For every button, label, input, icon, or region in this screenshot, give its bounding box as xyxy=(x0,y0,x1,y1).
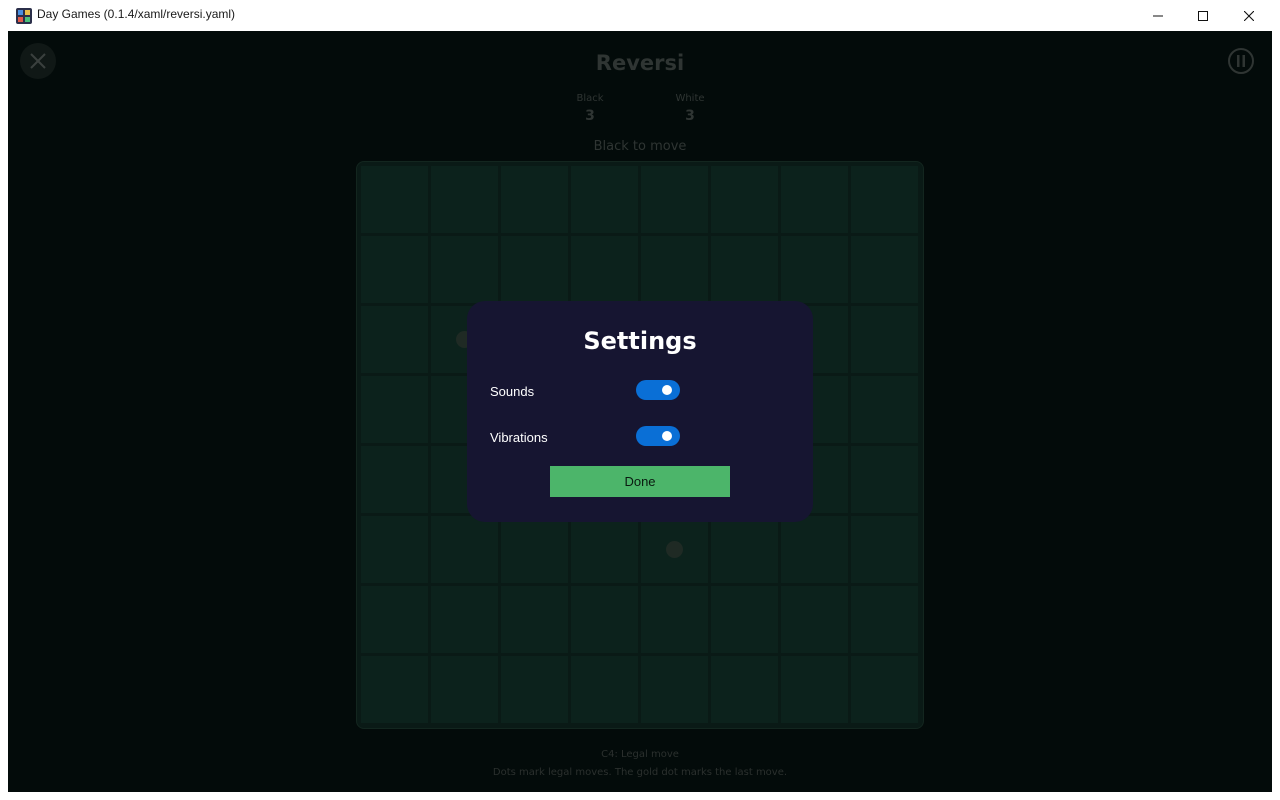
board-cell[interactable] xyxy=(711,516,778,583)
board-cell[interactable] xyxy=(851,376,918,443)
black-score-value: 3 xyxy=(585,108,595,124)
board-cell[interactable] xyxy=(571,166,638,233)
board-cell[interactable] xyxy=(641,236,708,303)
board-cell[interactable] xyxy=(781,656,848,723)
board-cell[interactable] xyxy=(501,166,568,233)
board-cell[interactable] xyxy=(431,166,498,233)
board-cell[interactable] xyxy=(711,166,778,233)
board-cell[interactable] xyxy=(361,446,428,513)
board-cell[interactable] xyxy=(641,586,708,653)
board-cell[interactable] xyxy=(501,236,568,303)
board-cell[interactable] xyxy=(851,236,918,303)
board-cell[interactable] xyxy=(781,586,848,653)
hint-text: Dots mark legal moves. The gold dot mark… xyxy=(492,767,788,778)
game-title: Reversi xyxy=(595,51,685,75)
board-cell[interactable] xyxy=(431,516,498,583)
vibrations-label: Vibrations xyxy=(490,430,548,445)
maximize-icon xyxy=(1198,10,1208,21)
done-button[interactable]: Done xyxy=(550,466,730,497)
board-cell[interactable] xyxy=(711,236,778,303)
black-score-label: Black xyxy=(576,93,604,104)
window-frame-bottom xyxy=(0,792,1280,800)
board-cell[interactable] xyxy=(781,166,848,233)
board-cell[interactable] xyxy=(641,656,708,723)
toggle-knob xyxy=(662,431,672,441)
window-close-button[interactable] xyxy=(1226,0,1272,31)
board-cell[interactable] xyxy=(851,306,918,373)
black-score: Black 3 xyxy=(550,93,630,124)
board-cell[interactable] xyxy=(711,656,778,723)
board-cell[interactable] xyxy=(851,446,918,513)
board-cell[interactable] xyxy=(571,656,638,723)
board-cell[interactable] xyxy=(851,516,918,583)
board-cell[interactable] xyxy=(781,236,848,303)
window-frame-left xyxy=(0,31,8,792)
board-cell[interactable] xyxy=(501,516,568,583)
legal-move-dot[interactable] xyxy=(666,541,683,558)
white-score-label: White xyxy=(675,93,705,104)
white-score: White 3 xyxy=(650,93,730,124)
board-cell[interactable] xyxy=(711,586,778,653)
board-cell[interactable] xyxy=(361,516,428,583)
window-title: Day Games (0.1.4/xaml/reversi.yaml) xyxy=(37,7,236,21)
board-cell[interactable] xyxy=(571,586,638,653)
board-cell[interactable] xyxy=(361,586,428,653)
board-cell[interactable] xyxy=(851,166,918,233)
maximize-button[interactable] xyxy=(1180,0,1226,31)
window-frame-right xyxy=(1272,31,1280,792)
board-cell[interactable] xyxy=(361,236,428,303)
board-cell[interactable] xyxy=(361,306,428,373)
app-icon xyxy=(16,8,32,24)
toggle-knob xyxy=(662,385,672,395)
app-client-area: Reversi Black 3 White 3 Black to move C4… xyxy=(8,31,1272,792)
sounds-label: Sounds xyxy=(490,384,535,399)
board-cell[interactable] xyxy=(431,236,498,303)
board-cell[interactable] xyxy=(571,516,638,583)
board-cell[interactable] xyxy=(851,586,918,653)
vibrations-toggle[interactable] xyxy=(636,426,680,446)
window-titlebar: Day Games (0.1.4/xaml/reversi.yaml) xyxy=(0,0,1280,31)
close-icon xyxy=(1244,10,1254,21)
board-cell[interactable] xyxy=(431,586,498,653)
minimize-button[interactable] xyxy=(1135,0,1181,31)
board-cell[interactable] xyxy=(501,586,568,653)
turn-indicator: Black to move xyxy=(593,139,687,154)
settings-title: Settings xyxy=(583,327,697,355)
board-cell[interactable] xyxy=(501,656,568,723)
board-cell[interactable] xyxy=(361,656,428,723)
board-cell[interactable] xyxy=(851,656,918,723)
board-cell[interactable] xyxy=(431,656,498,723)
board-cell[interactable] xyxy=(781,516,848,583)
white-score-value: 3 xyxy=(685,108,695,124)
board-cell[interactable] xyxy=(641,166,708,233)
board-cell[interactable] xyxy=(361,376,428,443)
board-cell[interactable] xyxy=(571,236,638,303)
minimize-icon xyxy=(1153,15,1163,16)
board-cell[interactable] xyxy=(361,166,428,233)
settings-dialog: Settings Sounds Vibrations Done xyxy=(467,301,813,522)
sounds-toggle[interactable] xyxy=(636,380,680,400)
move-status: C4: Legal move xyxy=(601,749,679,760)
